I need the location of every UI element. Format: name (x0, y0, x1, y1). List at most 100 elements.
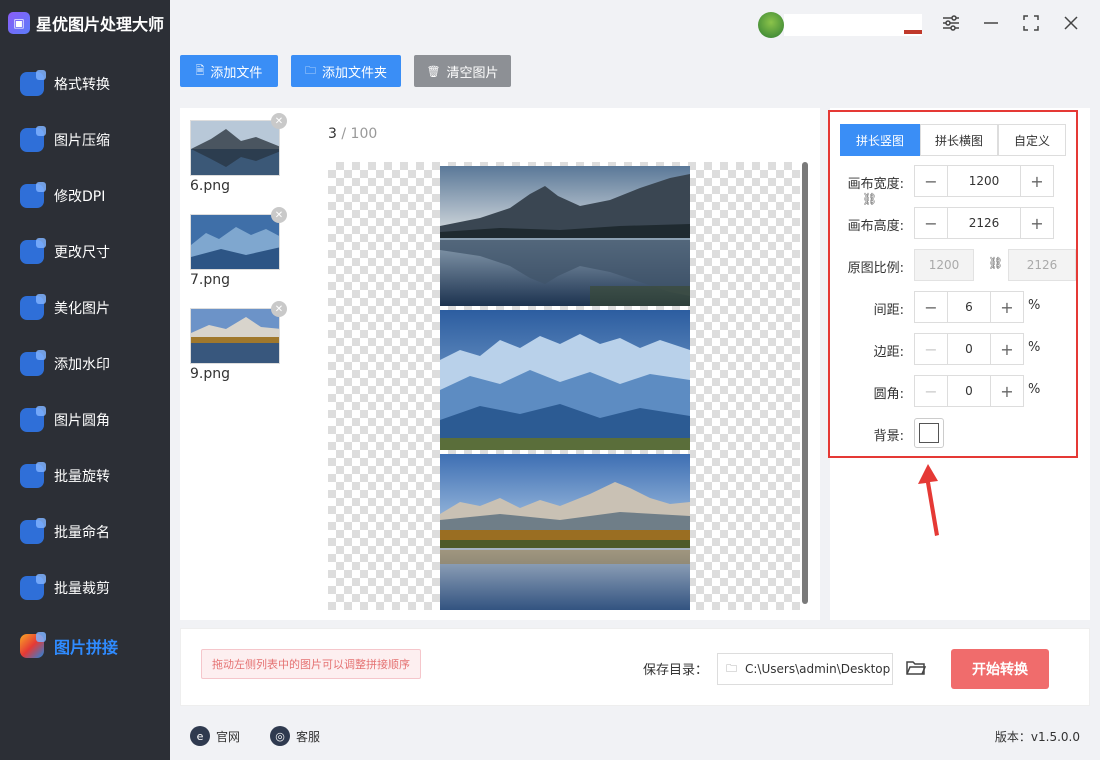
sidebar-item-dpi[interactable]: 修改DPI (0, 176, 170, 216)
margin-value[interactable]: 0 (947, 334, 991, 364)
file-icon: 🗎 (195, 63, 205, 77)
stitch-icon (20, 632, 46, 658)
app-brand: ▣ 星优图片处理大师 (0, 0, 170, 46)
add-folder-button[interactable]: 🗀 添加文件夹 (291, 55, 401, 87)
version-text: 版本：v1.5.0.0 (994, 730, 1080, 744)
sidebar: ▣ 星优图片处理大师 格式转换 图片压缩 修改DPI 更改尺寸 美化图片 添加水… (0, 0, 170, 760)
avatar[interactable] (758, 12, 784, 38)
sidebar-item-beautify[interactable]: 美化图片 (0, 288, 170, 328)
sidebar-item-label: 图片圆角 (54, 413, 110, 429)
canvas-width-stepper[interactable]: − 1200 + (914, 165, 1054, 197)
background-color-swatch (919, 423, 939, 443)
increment-button[interactable]: + (1021, 166, 1053, 196)
add-file-button[interactable]: 🗎 添加文件 (180, 55, 278, 87)
corner-value[interactable]: 0 (947, 376, 991, 406)
open-folder-icon[interactable] (903, 655, 929, 681)
link-icon[interactable]: ⛓ (862, 192, 877, 206)
sidebar-item-crop[interactable]: 批量裁剪 (0, 568, 170, 608)
rename-icon (20, 518, 46, 544)
settings-sliders-icon[interactable] (938, 10, 964, 36)
percent-unit: % (1028, 382, 1041, 397)
stitch-preview-canvas (328, 162, 800, 610)
close-icon[interactable] (1058, 10, 1084, 36)
ratio-width-field: 1200 (914, 249, 974, 281)
tab-horizontal-stitch[interactable]: 拼长横图 (920, 124, 998, 156)
browser-icon: e (190, 726, 210, 746)
spacing-value[interactable]: 6 (947, 292, 991, 322)
canvas-height-stepper[interactable]: − 2126 + (914, 207, 1054, 239)
sidebar-item-watermark[interactable]: 添加水印 (0, 344, 170, 384)
list-item[interactable]: ✕ 7.png (190, 207, 287, 288)
sidebar-item-label: 格式转换 (54, 77, 110, 93)
ratio-height-field: 2126 (1008, 249, 1076, 281)
minimize-icon[interactable] (978, 10, 1004, 36)
sidebar-item-rotate[interactable]: 批量旋转 (0, 456, 170, 496)
website-link[interactable]: e 官网 (190, 726, 240, 746)
sidebar-item-label: 更改尺寸 (54, 245, 110, 261)
decrement-button[interactable]: − (915, 166, 947, 196)
reorder-hint: 拖动左侧列表中的图片可以调整拼接顺序 (201, 649, 421, 679)
maximize-icon[interactable] (1018, 10, 1044, 36)
add-file-label: 添加文件 (210, 65, 263, 81)
compress-icon (20, 126, 46, 152)
tab-vertical-stitch[interactable]: 拼长竖图 (840, 124, 920, 156)
sidebar-item-compress[interactable]: 图片压缩 (0, 120, 170, 160)
sidebar-item-round-corner[interactable]: 图片圆角 (0, 400, 170, 440)
corner-stepper[interactable]: − 0 + (914, 375, 1024, 407)
canvas-width-value[interactable]: 1200 (947, 166, 1021, 196)
list-item[interactable]: ✕ 9.png (190, 301, 287, 382)
sidebar-item-format-convert[interactable]: 格式转换 (0, 64, 170, 104)
save-directory-field[interactable]: 🗀 C:\Users\admin\Desktop (717, 653, 893, 685)
margin-stepper[interactable]: − 0 + (914, 333, 1024, 365)
sidebar-item-rename[interactable]: 批量命名 (0, 512, 170, 552)
preview-image-6 (440, 166, 690, 306)
decrement-button[interactable]: − (915, 208, 947, 238)
tab-custom[interactable]: 自定义 (998, 124, 1066, 156)
clear-images-button[interactable]: 🗑 清空图片 (414, 55, 511, 87)
start-convert-button[interactable]: 开始转换 (951, 649, 1049, 689)
increment-button[interactable]: + (991, 376, 1023, 406)
image-count-total: 100 (350, 126, 378, 142)
bottom-bar: 拖动左侧列表中的图片可以调整拼接顺序 保存目录： 🗀 C:\Users\admi… (180, 628, 1090, 706)
support-link[interactable]: ◎ 客服 (270, 726, 320, 746)
preview-panel: 3 / 100 (310, 108, 820, 620)
background-color-picker[interactable] (914, 418, 944, 448)
spacing-stepper[interactable]: − 6 + (914, 291, 1024, 323)
thumbnail (190, 120, 280, 176)
increment-button[interactable]: + (1021, 208, 1053, 238)
sidebar-item-label: 批量命名 (54, 525, 110, 541)
sidebar-item-resize[interactable]: 更改尺寸 (0, 232, 170, 272)
title-bar (170, 0, 1100, 46)
folder-outline-icon: 🗀 (726, 661, 737, 675)
increment-button[interactable]: + (991, 292, 1023, 322)
preview-scrollbar[interactable] (802, 162, 808, 604)
increment-button[interactable]: + (991, 334, 1023, 364)
sidebar-item-label: 添加水印 (54, 357, 110, 373)
canvas-width-label: 画布宽度: (847, 177, 904, 192)
file-name: 6.png (190, 178, 231, 194)
sidebar-item-stitch[interactable]: 图片拼接 (0, 626, 170, 666)
clear-images-label: 清空图片 (446, 65, 499, 81)
corner-label: 圆角: (873, 387, 904, 402)
sidebar-item-label: 修改DPI (54, 189, 106, 205)
preview-image-9 (440, 454, 690, 610)
decrement-button[interactable]: − (915, 292, 947, 322)
user-name-redacted (784, 14, 922, 36)
save-directory-value: C:\Users\admin\Desktop (745, 662, 891, 676)
decrement-button[interactable]: − (915, 334, 947, 364)
website-label: 官网 (216, 729, 241, 744)
percent-unit: % (1028, 298, 1041, 313)
link-icon[interactable]: ⛓ (988, 256, 1003, 270)
decrement-button[interactable]: − (915, 376, 947, 406)
file-list: ✕ 6.png ✕ 7.png ✕ 9.png (180, 108, 310, 620)
sidebar-item-label: 图片压缩 (54, 133, 110, 149)
remove-icon[interactable]: ✕ (271, 207, 287, 223)
remove-icon[interactable]: ✕ (271, 113, 287, 129)
remove-icon[interactable]: ✕ (271, 301, 287, 317)
percent-unit: % (1028, 340, 1041, 355)
image-count-separator: / (341, 126, 347, 142)
save-directory-label: 保存目录： (643, 663, 709, 678)
list-item[interactable]: ✕ 6.png (190, 113, 287, 194)
canvas-height-value[interactable]: 2126 (947, 208, 1021, 238)
beautify-icon (20, 294, 46, 320)
